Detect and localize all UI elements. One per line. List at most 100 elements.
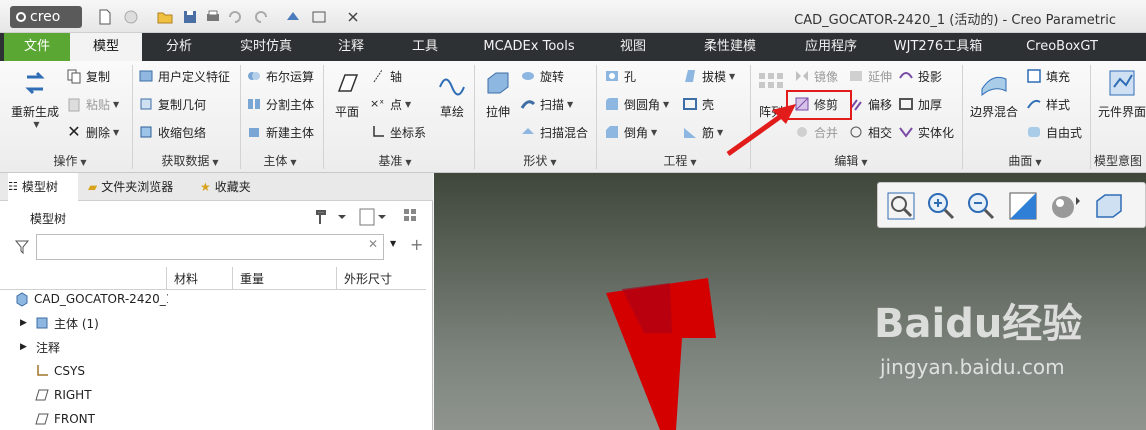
open-icon[interactable] — [122, 8, 140, 26]
columns-icon[interactable] — [402, 207, 424, 227]
swept-blend-button[interactable]: 扫描混合 — [520, 121, 588, 143]
column-weight[interactable]: 重量 — [240, 270, 264, 287]
thicken-button[interactable]: 加厚 — [898, 93, 942, 115]
tab-file[interactable]: 文件 — [4, 33, 70, 61]
filter-dropdown-icon[interactable]: ▼ — [390, 239, 396, 248]
tree-item-front[interactable]: FRONT — [34, 408, 95, 430]
freestyle-icon — [1028, 127, 1040, 137]
copy-button[interactable]: 复制 — [66, 65, 110, 87]
zoom-out-icon[interactable] — [964, 189, 998, 223]
tab-tools[interactable]: 工具 — [392, 33, 458, 61]
group-get-data-label[interactable]: 获取数据 ▼ — [150, 152, 230, 169]
split-body-button[interactable]: 分割主体 — [246, 93, 314, 115]
chamfer-button[interactable]: 倒角 ▼ — [604, 121, 657, 143]
folder-icon[interactable] — [156, 8, 174, 26]
solidify-button[interactable]: 实体化 — [898, 121, 954, 143]
display-style-icon[interactable] — [1048, 189, 1082, 223]
undo-icon[interactable] — [226, 8, 244, 26]
tree-item-annotations[interactable]: ▶ 注释 — [20, 336, 60, 358]
revolve-button[interactable]: 旋转 — [520, 65, 564, 87]
column-dimensions[interactable]: 外形尺寸 — [344, 270, 392, 287]
group-model-intent-label[interactable]: 模型意图 — [1094, 152, 1146, 169]
project-icon — [899, 72, 913, 79]
saved-orientations-icon[interactable] — [1092, 189, 1126, 223]
tab-analysis[interactable]: 分析 — [145, 33, 213, 61]
tab-creoboxgt[interactable]: CreoBoxGT — [1010, 33, 1114, 61]
tab-mcadex-tools[interactable]: MCADEx Tools — [470, 33, 588, 61]
sweep-button[interactable]: 扫描 ▼ — [520, 93, 573, 115]
new-file-icon[interactable] — [96, 8, 114, 26]
new-body-button[interactable]: 新建主体 — [246, 121, 314, 143]
tab-model[interactable]: 模型 — [70, 33, 142, 61]
copy-geometry-button[interactable]: 复制几何 — [138, 93, 206, 115]
point-button[interactable]: ×ˣ 点 ▼ — [370, 93, 411, 115]
save-icon[interactable] — [181, 8, 199, 26]
tree-filter-input[interactable] — [36, 234, 384, 260]
boolean-button[interactable]: 布尔运算 — [246, 65, 314, 87]
add-filter-icon[interactable]: + — [410, 235, 423, 254]
group-operations-label[interactable]: 操作 ▼ — [30, 152, 110, 169]
shell-button[interactable]: 壳 — [682, 93, 714, 115]
axis-button[interactable]: 轴 — [370, 65, 402, 87]
paste-button[interactable]: 粘贴 ▼ — [66, 93, 119, 115]
csys-button[interactable]: 坐标系 — [370, 121, 426, 143]
tab-folder-browser[interactable]: ▰ 文件夹浏览器 — [88, 173, 192, 201]
tab-view[interactable]: 视图 — [600, 33, 666, 61]
project-button[interactable]: 投影 — [898, 65, 942, 87]
tab-annotate[interactable]: 注释 — [318, 33, 384, 61]
tree-item-bodies[interactable]: ▶ 主体 (1) — [20, 312, 99, 334]
tree-item-csys[interactable]: CSYS — [34, 360, 85, 382]
group-shape-label[interactable]: 形状 ▼ — [510, 152, 570, 169]
close-window-icon[interactable] — [344, 8, 362, 26]
tab-applications[interactable]: 应用程序 — [785, 33, 877, 61]
regenerate-icon[interactable] — [284, 8, 302, 26]
tab-live-simulation[interactable]: 实时仿真 — [222, 33, 310, 61]
extrude-button[interactable]: 拉伸 — [480, 67, 516, 120]
group-body-label[interactable]: 主体 ▼ — [250, 152, 310, 169]
repaint-icon[interactable] — [1006, 189, 1040, 223]
redo-icon[interactable] — [252, 8, 270, 26]
component-interface-button[interactable]: 元件界面 — [1098, 67, 1146, 120]
shrinkwrap-button[interactable]: 收缩包络 — [138, 121, 206, 143]
column-material[interactable]: 材料 — [174, 270, 198, 287]
udf-button[interactable]: 用户定义特征 — [138, 65, 230, 87]
expand-icon[interactable]: ▶ — [20, 342, 36, 352]
rib-button[interactable]: 筋 ▼ — [682, 121, 723, 143]
group-edit-label[interactable]: 编辑 ▼ — [826, 152, 876, 169]
refit-icon[interactable] — [884, 189, 918, 223]
tab-favorites[interactable]: ★ 收藏夹 — [200, 173, 270, 201]
group-engineering-label[interactable]: 工程 ▼ — [650, 152, 710, 169]
show-icon[interactable] — [358, 207, 388, 227]
new-body-label: 新建主体 — [266, 125, 315, 140]
tree-settings-icon[interactable] — [314, 207, 348, 227]
fill-button[interactable]: 填充 — [1026, 65, 1070, 87]
freestyle-button[interactable]: 自由式 — [1026, 121, 1082, 143]
round-button[interactable]: 倒圆角 ▼ — [604, 93, 669, 115]
style-button[interactable]: 样式 — [1026, 93, 1070, 115]
expand-icon[interactable]: ▶ — [20, 318, 34, 328]
regenerate-icon — [25, 71, 45, 95]
hole-button[interactable]: 孔 — [604, 65, 636, 87]
tab-wjt276-toolbox[interactable]: WJT276工具箱 — [880, 33, 996, 61]
plane-button[interactable]: 平面 — [328, 67, 366, 120]
tree-item-root[interactable]: CAD_GOCATOR-2420_1 — [14, 288, 168, 310]
tab-model-tree[interactable]: ☷ 模型树 — [8, 173, 78, 201]
filter-icon[interactable] — [14, 239, 30, 255]
print-icon[interactable] — [204, 8, 222, 26]
intersect-button[interactable]: 相交 — [848, 121, 892, 143]
tree-item-right[interactable]: RIGHT — [34, 384, 92, 406]
extend-button[interactable]: 延伸 — [848, 65, 892, 87]
zoom-in-icon[interactable] — [924, 189, 958, 223]
delete-button[interactable]: ✕ 删除 ▼ — [66, 121, 119, 143]
regenerate-button[interactable]: 重新生成 ▼ — [8, 67, 62, 129]
mirror-button[interactable]: 镜像 — [794, 65, 838, 87]
boundary-blend-button[interactable]: 边界混合 — [968, 67, 1020, 120]
tab-flexible-modeling[interactable]: 柔性建模 — [680, 33, 780, 61]
offset-button[interactable]: 偏移 — [848, 93, 892, 115]
group-surface-label[interactable]: 曲面 ▼ — [1000, 152, 1050, 169]
draft-button[interactable]: 拔模 ▼ — [682, 65, 735, 87]
clear-filter-icon[interactable]: ✕ — [368, 237, 378, 251]
group-datum-label[interactable]: 基准 ▼ — [360, 152, 430, 169]
windows-icon[interactable] — [310, 8, 328, 26]
sketch-button[interactable]: 草绘 — [434, 67, 470, 120]
